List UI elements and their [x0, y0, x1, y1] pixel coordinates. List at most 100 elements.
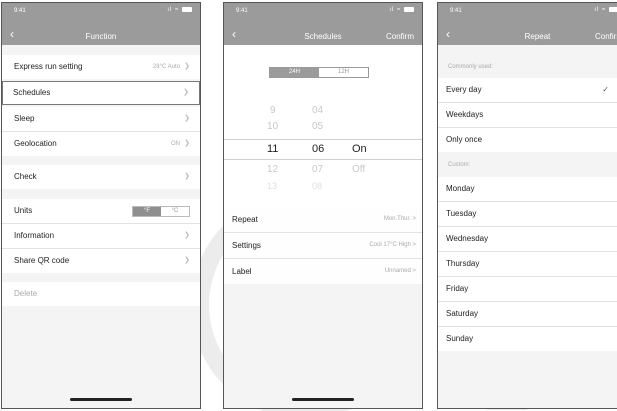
state-option-selected[interactable]: On [352, 143, 367, 155]
delete-row[interactable]: Delete [2, 282, 200, 306]
row-label: Information [14, 231, 55, 240]
function-header: 9:41 ıl ≈ ‹ Function [2, 3, 200, 45]
wifi-icon: ≈ [602, 7, 607, 14]
tuesday-option[interactable]: Tuesday [438, 202, 617, 226]
row-label: Geolocation [14, 139, 57, 148]
battery-icon [609, 7, 617, 12]
status-icons: ıl ≈ [389, 7, 414, 13]
option-label: Weekdays [446, 110, 484, 119]
status-time: 9:41 [14, 8, 26, 14]
chevron-right-icon: ❯ [184, 63, 190, 70]
repeat-header: 9:41 ıl ≈ ‹ Repeat Confirm [438, 3, 617, 45]
monday-option[interactable]: Monday [438, 177, 617, 201]
wifi-icon: ≈ [175, 7, 180, 14]
confirm-button[interactable]: Confirm [595, 32, 617, 41]
settings-row[interactable]: Settings Cool 17°C High > [224, 233, 422, 258]
chevron-right-icon: ❯ [184, 115, 190, 122]
schedules-screen: 9:41 ıl ≈ ‹ Schedules Confirm 24H 12H 9 … [223, 2, 423, 409]
function-screen: 9:41 ıl ≈ ‹ Function Express run setting… [1, 2, 201, 409]
row-label: Express run setting [14, 62, 83, 71]
back-icon[interactable]: ‹ [446, 28, 450, 40]
sunday-option[interactable]: Sunday [438, 327, 617, 351]
repeat-row[interactable]: Repeat Mon.Thur. > [224, 207, 422, 232]
fahrenheit-option[interactable]: °F [133, 207, 161, 216]
minute-option[interactable]: 08 [312, 181, 322, 191]
option-label: Sunday [446, 334, 474, 343]
row-label: Check [14, 172, 37, 181]
geolocation-row[interactable]: Geolocation ON ❯ [2, 132, 200, 156]
information-row[interactable]: Information ❯ [2, 224, 200, 248]
option-label: Every day [446, 85, 482, 94]
option-label: Friday [446, 284, 469, 293]
time-format-toggle[interactable]: 24H 12H [269, 67, 369, 78]
label-row[interactable]: Label Unnamed > [224, 259, 422, 284]
hour-option[interactable]: 9 [270, 105, 276, 116]
thursday-option[interactable]: Thursday [438, 252, 617, 276]
row-value: ON [171, 141, 180, 147]
signal-icon: ıl [167, 7, 173, 14]
friday-option[interactable]: Friday [438, 277, 617, 301]
minute-option[interactable]: 04 [312, 105, 323, 116]
chevron-right-icon: ❯ [184, 257, 190, 264]
chevron-right-icon: ❯ [184, 232, 190, 239]
picker-line-top [224, 139, 422, 140]
celsius-option[interactable]: °C [161, 207, 189, 216]
status-time: 9:41 [450, 8, 462, 14]
option-label: Thursday [446, 259, 480, 268]
row-value: Cool 17°C High > [369, 242, 416, 248]
chevron-right-icon: ❯ [183, 89, 189, 96]
status-icons: ıl ≈ [594, 7, 617, 13]
confirm-button[interactable]: Confirm [386, 32, 414, 41]
picker-line-bottom [224, 159, 422, 160]
state-option[interactable]: Off [352, 164, 365, 175]
option-label: Only once [446, 135, 483, 144]
wifi-icon: ≈ [397, 7, 402, 14]
option-label: Monday [446, 184, 475, 193]
commonly-used-label: Commonly used: [448, 64, 494, 70]
wednesday-option[interactable]: Wednesday [438, 227, 617, 251]
page-title: Repeat [524, 32, 551, 41]
format-24h-option[interactable]: 24H [270, 68, 319, 77]
format-12h-option[interactable]: 12H [319, 68, 368, 77]
check-row[interactable]: Check ❯ [2, 165, 200, 189]
option-label: Saturday [446, 309, 479, 318]
home-indicator [292, 398, 354, 401]
signal-icon: ıl [389, 7, 395, 14]
units-toggle[interactable]: °F °C [132, 206, 190, 217]
row-label: Share QR code [14, 256, 70, 265]
row-label: Sleep [14, 114, 35, 123]
hour-option-selected[interactable]: 11 [267, 143, 278, 155]
hour-option[interactable]: 10 [267, 121, 278, 132]
row-label: Schedules [13, 88, 51, 97]
home-indicator [70, 398, 132, 401]
row-label: Units [14, 206, 33, 215]
only-once-option[interactable]: Only once [438, 128, 617, 152]
saturday-option[interactable]: Saturday [438, 302, 617, 326]
battery-icon [182, 7, 192, 12]
minute-option[interactable]: 07 [312, 164, 323, 175]
units-row: Units °F °C [2, 199, 200, 223]
time-picker[interactable]: 9 10 11 12 13 04 05 06 07 08 On Off [224, 99, 422, 199]
option-label: Wednesday [446, 234, 489, 243]
row-label: Label [232, 267, 252, 276]
minute-option[interactable]: 05 [312, 121, 323, 132]
chevron-right-icon: ❯ [184, 173, 190, 180]
option-label: Tuesday [446, 209, 477, 218]
page-title: Function [85, 32, 117, 41]
minute-option-selected[interactable]: 06 [312, 143, 324, 155]
express-run-setting-row[interactable]: Express run setting 28°C Auto ❯ [2, 55, 200, 79]
signal-icon: ıl [594, 7, 600, 14]
sleep-row[interactable]: Sleep ❯ [2, 107, 200, 131]
checkmark-icon: ✓ [602, 85, 609, 94]
schedules-header: 9:41 ıl ≈ ‹ Schedules Confirm [224, 3, 422, 45]
row-value: 28°C Auto [152, 64, 180, 70]
row-label: Repeat [232, 215, 258, 224]
hour-option[interactable]: 13 [267, 181, 277, 191]
share-qr-code-row[interactable]: Share QR code ❯ [2, 249, 200, 273]
hour-option[interactable]: 12 [267, 164, 278, 175]
schedules-row[interactable]: Schedules ❯ [2, 81, 200, 105]
battery-icon [404, 7, 414, 12]
repeat-screen: 9:41 ıl ≈ ‹ Repeat Confirm Commonly used… [437, 2, 617, 409]
every-day-option[interactable]: Every day ✓ [438, 78, 617, 102]
weekdays-option[interactable]: Weekdays [438, 103, 617, 127]
